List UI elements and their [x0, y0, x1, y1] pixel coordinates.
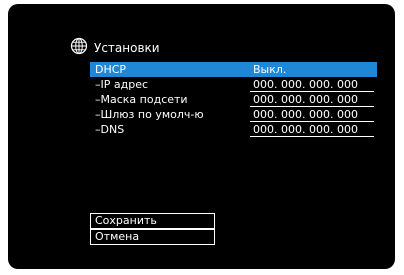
setting-row-dhcp[interactable]: DHCP Выкл.	[90, 62, 377, 77]
setting-row-subnet-mask[interactable]: –Маска подсети 000. 000. 000. 000	[90, 92, 377, 107]
setting-row-dns[interactable]: –DNS 000. 000. 000. 000	[90, 122, 377, 137]
dns-field: 000. 000. 000. 000	[253, 123, 358, 136]
cancel-button[interactable]: Отмена	[90, 229, 215, 245]
ip-address-field: 000. 000. 000. 000	[253, 78, 358, 91]
setting-row-gateway[interactable]: –Шлюз по умолч-ю 000. 000. 000. 000	[90, 107, 377, 122]
setting-label: –DNS	[95, 123, 125, 136]
gateway-field: 000. 000. 000. 000	[253, 108, 358, 121]
save-button-label: Сохранить	[95, 214, 157, 227]
setting-value: Выкл.	[253, 63, 287, 76]
page-title: Установки	[94, 41, 160, 55]
globe-icon	[70, 37, 88, 55]
setting-label: DHCP	[95, 63, 127, 76]
cancel-button-label: Отмена	[95, 230, 140, 243]
save-button[interactable]: Сохранить	[90, 213, 215, 229]
setting-row-ip-address[interactable]: –IP адрес 000. 000. 000. 000	[90, 77, 377, 92]
setting-label: –Маска подсети	[95, 93, 188, 106]
setting-label: –IP адрес	[95, 78, 149, 91]
field-underline	[250, 136, 374, 137]
settings-screen: Установки DHCP Выкл. –IP адрес 000. 000.…	[8, 4, 395, 269]
subnet-mask-field: 000. 000. 000. 000	[253, 93, 358, 106]
setting-label: –Шлюз по умолч-ю	[95, 108, 204, 121]
